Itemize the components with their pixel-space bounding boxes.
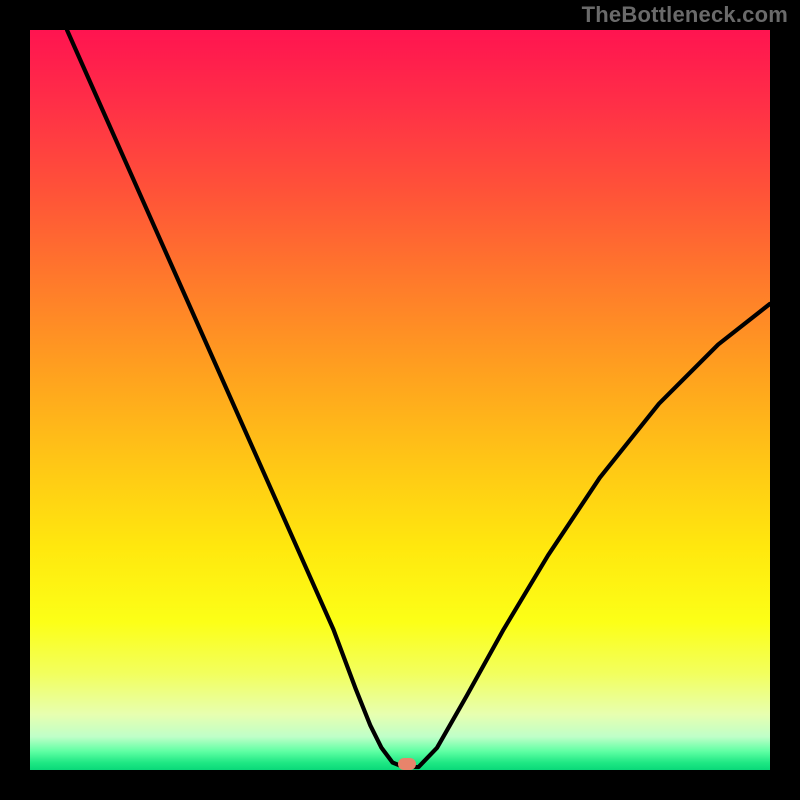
bottleneck-curve [67, 30, 770, 767]
watermark-text: TheBottleneck.com [582, 2, 788, 28]
curve-svg [30, 30, 770, 770]
chart-frame: TheBottleneck.com [0, 0, 800, 800]
plot-area [30, 30, 770, 770]
optimal-point-marker [398, 758, 416, 770]
